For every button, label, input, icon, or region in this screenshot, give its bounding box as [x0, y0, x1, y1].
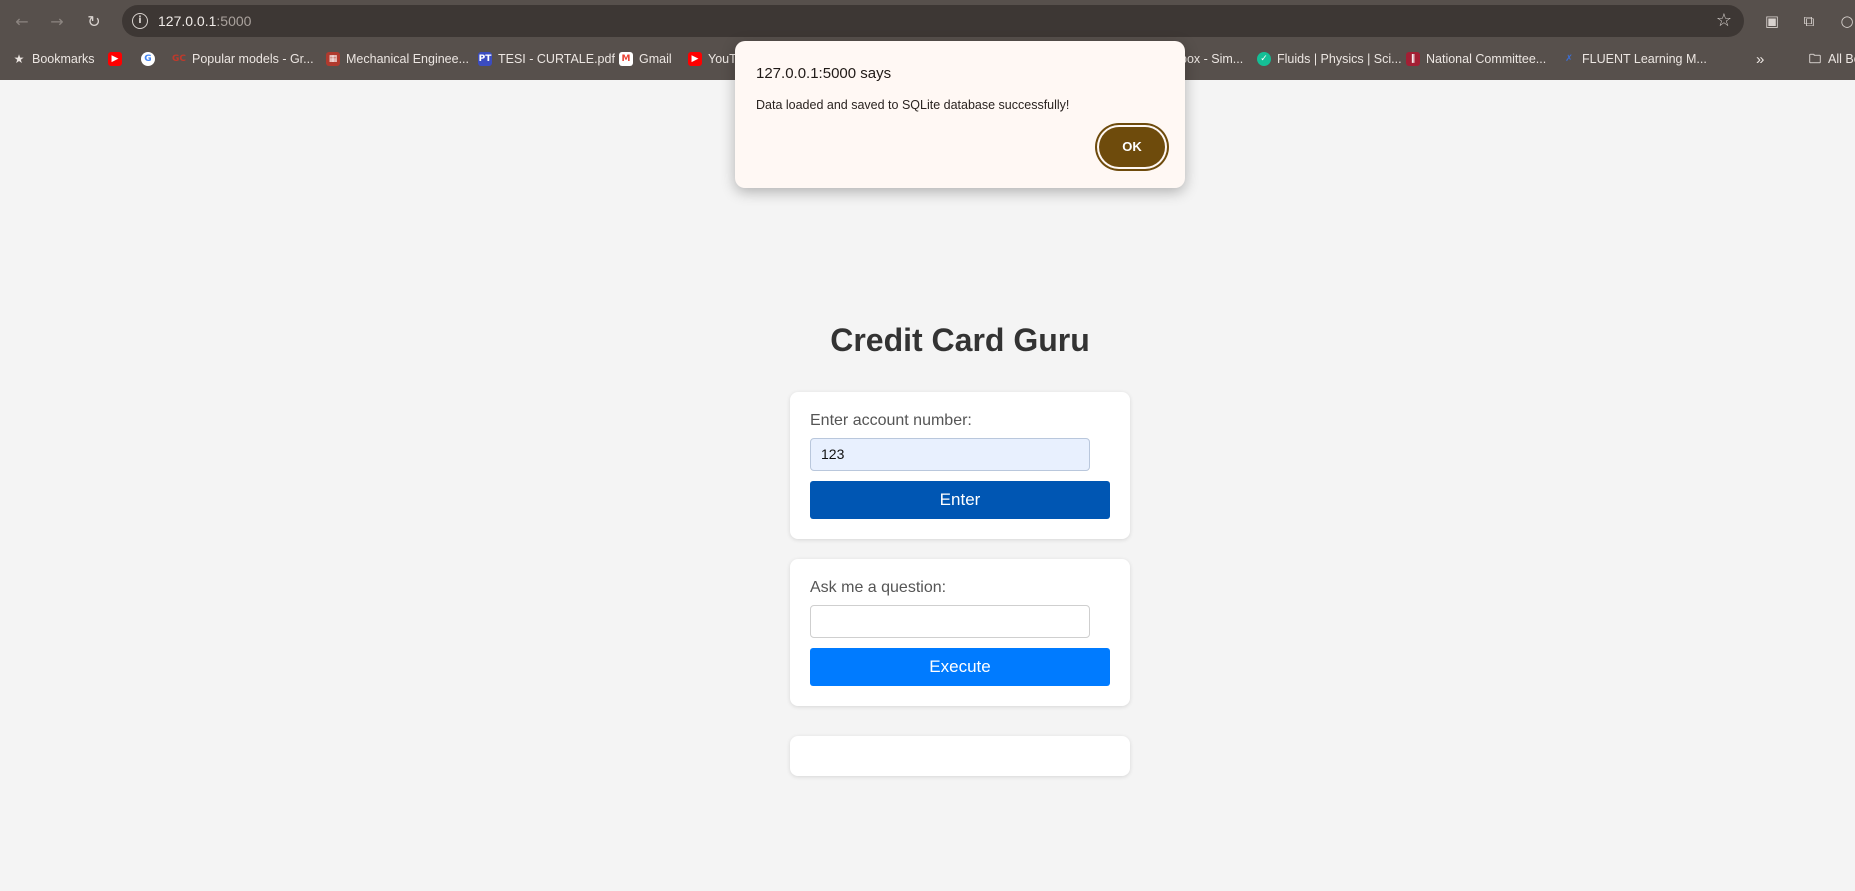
bookmark-item[interactable]: PT TESI - CURTALE.pdf [478, 49, 615, 69]
reload-icon[interactable]: ↻ [82, 10, 106, 34]
dialog-message: Data loaded and saved to SQLite database… [756, 98, 1070, 112]
bookmark-item[interactable]: ▦ Mechanical Enginee... [326, 49, 469, 69]
bookmark-item[interactable]: G [141, 49, 161, 69]
bookmark-label: Gmail [639, 52, 672, 66]
url-port: :5000 [216, 13, 252, 29]
google-icon: G [141, 52, 155, 66]
all-bookmarks-folder[interactable]: 🗀 All Bo [1808, 49, 1855, 69]
bookmark-item[interactable]: ‖ National Committee... [1406, 49, 1546, 69]
folder-icon: 🗀 [1808, 52, 1821, 66]
bookmark-label: Fluids | Physics | Sci... [1277, 52, 1402, 66]
bookmark-label: Popular models - Gr... [192, 52, 314, 66]
url-host: 127.0.0.1 [158, 13, 217, 29]
bookmark-label: TESI - CURTALE.pdf [498, 52, 615, 66]
bookmark-label: YouT [708, 52, 737, 66]
back-icon[interactable]: ← [10, 10, 34, 34]
youtube-icon: ▶ [688, 52, 702, 66]
bookmark-star-icon[interactable]: ☆ [1716, 10, 1732, 31]
account-number-input[interactable]: 123 [810, 438, 1090, 471]
bookmark-item[interactable]: ✗ FLUENT Learning M... [1562, 49, 1707, 69]
result-card [790, 736, 1130, 776]
bookmark-label: box - Sim... [1180, 52, 1244, 66]
gmail-icon: M [619, 52, 633, 66]
site-info-icon[interactable]: i [132, 13, 148, 29]
bookmark-item[interactable]: GC Popular models - Gr... [172, 49, 314, 69]
enter-button[interactable]: Enter [810, 481, 1110, 519]
bookmark-item[interactable]: ✓ Fluids | Physics | Sci... [1257, 49, 1402, 69]
address-url[interactable]: 127.0.0.1:5000 [158, 13, 251, 29]
extension-puzzle-icon[interactable]: ▣ [1761, 10, 1783, 32]
youtube-icon: ▶ [108, 52, 122, 66]
profile-icon[interactable]: ○ [1836, 10, 1855, 32]
fluent-icon: ✗ [1565, 54, 1573, 64]
khan-academy-icon: ✓ [1257, 52, 1271, 66]
gc-icon: GC [172, 54, 186, 64]
star-icon: ★ [13, 52, 25, 66]
bookmarks-label: Bookmarks [32, 52, 95, 66]
account-card: Enter account number: 123 Enter [790, 392, 1130, 539]
bookmark-item[interactable]: ▶ [108, 49, 128, 69]
account-label: Enter account number: [810, 412, 972, 429]
browser-toolbar: ← → ↻ i 127.0.0.1:5000 ☆ ▣ ⧉ ○ [0, 0, 1855, 42]
dialog-title: 127.0.0.1:5000 says [756, 65, 892, 82]
more-bookmarks-icon[interactable]: » [1756, 49, 1764, 69]
execute-button[interactable]: Execute [810, 648, 1110, 686]
question-card: Ask me a question: Execute [790, 559, 1130, 706]
pt-icon: PT [478, 52, 492, 66]
forward-icon[interactable]: → [45, 10, 69, 34]
bookmark-item[interactable]: ▶ YouT [688, 49, 737, 69]
bookmark-favicon-icon: ▦ [326, 52, 340, 66]
question-input[interactable] [810, 605, 1090, 638]
mit-icon: ‖ [1406, 52, 1420, 66]
address-bar[interactable]: i 127.0.0.1:5000 ☆ [122, 5, 1744, 37]
bookmarks-folder[interactable]: ★ Bookmarks [12, 49, 95, 69]
bookmark-label: National Committee... [1426, 52, 1547, 66]
all-bookmarks-label: All Bo [1828, 52, 1855, 66]
bookmark-label: FLUENT Learning M... [1582, 52, 1707, 66]
page-title: Credit Card Guru [830, 322, 1090, 358]
question-label: Ask me a question: [810, 579, 947, 596]
extensions-icon[interactable]: ⧉ [1798, 10, 1820, 32]
bookmark-item[interactable]: box - Sim... [1180, 49, 1243, 69]
ok-button[interactable]: OK [1099, 127, 1165, 167]
bookmark-label: Mechanical Enginee... [346, 52, 469, 66]
bookmark-item[interactable]: M Gmail [619, 49, 672, 69]
alert-dialog: 127.0.0.1:5000 says Data loaded and save… [735, 41, 1185, 188]
